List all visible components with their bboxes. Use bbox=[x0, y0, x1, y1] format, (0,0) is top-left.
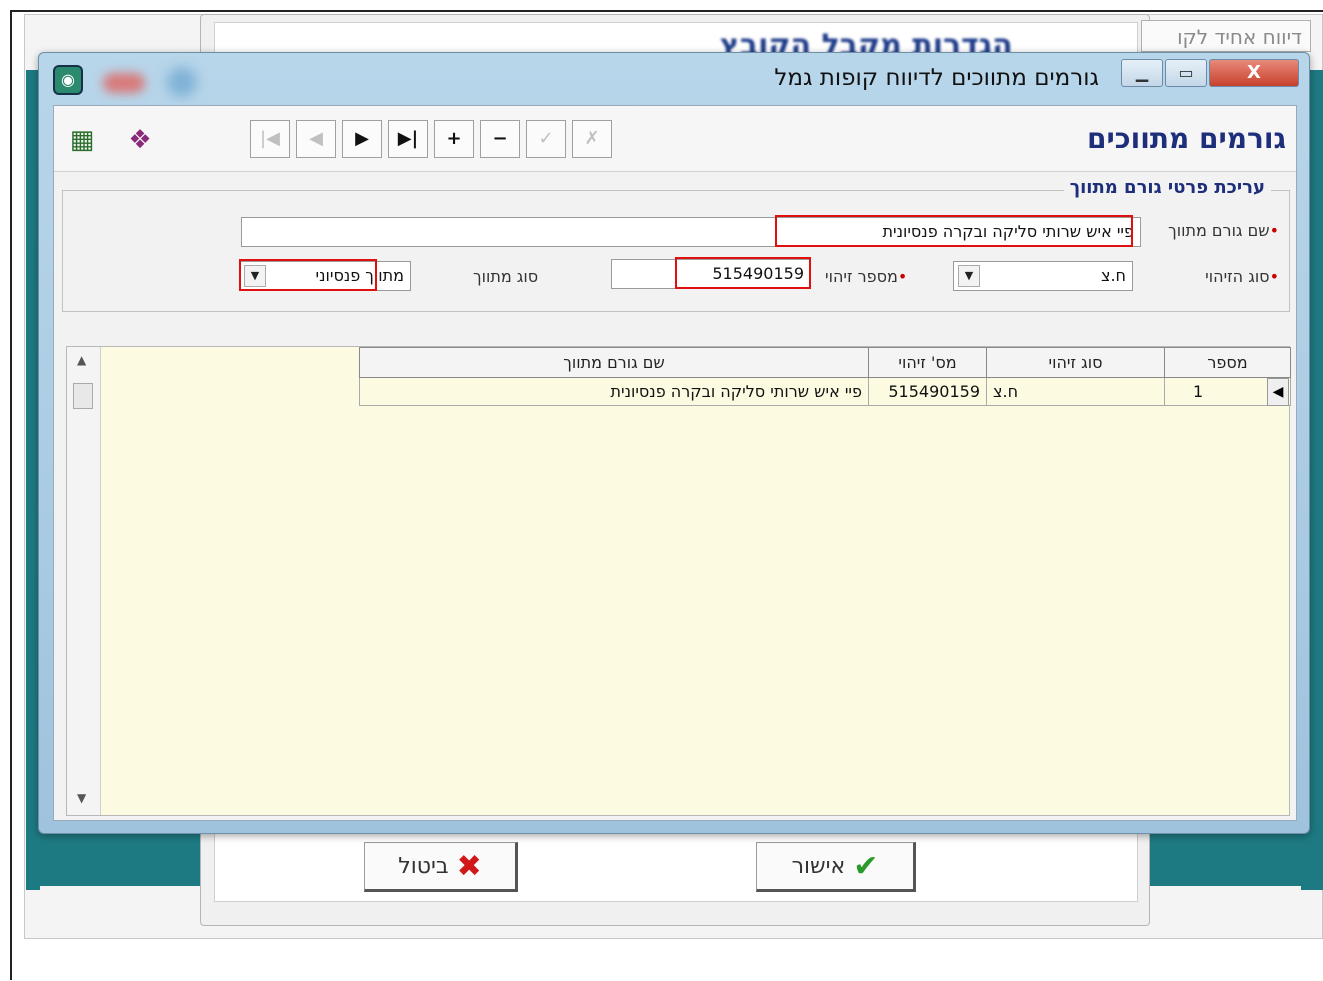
x-icon: ✖ bbox=[456, 848, 482, 884]
cell-name: פיי איש שרותי סליקה ובקרה פנסיונית bbox=[359, 377, 869, 406]
ok-button-label: אישור bbox=[791, 853, 846, 879]
export-excel-icon[interactable]: ▦ bbox=[66, 124, 98, 156]
toolbar: ▦ ❖ |◀ ◀ ▶ ▶| + − ✓ ✗ גורמים מתווכים bbox=[54, 106, 1296, 172]
close-button[interactable]: X bbox=[1209, 59, 1299, 87]
chevron-down-icon: ▼ bbox=[958, 265, 980, 287]
table-row[interactable]: 1 ח.צ 515490159 פיי איש שרותי סליקה ובקר… bbox=[359, 377, 1291, 406]
id-number-label: •מספר זיהוי bbox=[825, 267, 908, 286]
previous-record-button[interactable]: ◀ bbox=[296, 120, 336, 158]
column-header-number[interactable]: מספר bbox=[1164, 347, 1291, 378]
records-grid: ▲ ▼ מספר סוג זיהוי מס' זיהוי שם גורם מתו… bbox=[66, 346, 1291, 816]
cancel-button-label: ביטול bbox=[398, 853, 449, 879]
records-table: מספר סוג זיהוי מס' זיהוי שם גורם מתווך 1… bbox=[359, 347, 1291, 406]
edit-details-group: עריכת פרטי גורם מתווך •שם גורם מתווך פיי… bbox=[62, 177, 1290, 312]
cancel-button[interactable]: ✖ ביטול bbox=[364, 842, 518, 892]
table-header-row: מספר סוג זיהוי מס' זיהוי שם גורם מתווך bbox=[359, 347, 1291, 378]
scroll-up-icon[interactable]: ▲ bbox=[77, 353, 86, 367]
highlight-intermediary-type bbox=[239, 259, 377, 291]
column-header-id-type[interactable]: סוג זיהוי bbox=[986, 347, 1165, 378]
save-record-button[interactable]: ✓ bbox=[526, 120, 566, 158]
window-controls: ▁ ▭ X bbox=[1119, 59, 1299, 89]
navigation-buttons: |◀ ◀ ▶ ▶| + − ✓ ✗ bbox=[250, 120, 618, 158]
next-record-button[interactable]: ▶ bbox=[342, 120, 382, 158]
id-type-select[interactable]: ח.צ ▼ bbox=[953, 261, 1133, 291]
row-selector-icon[interactable]: ◀ bbox=[1267, 378, 1289, 406]
background-top-right-field: דיווח אחיד לקו bbox=[1141, 20, 1311, 52]
blurred-blue-icon bbox=[167, 67, 197, 97]
checkmark-icon: ✔ bbox=[853, 848, 879, 884]
first-record-button[interactable]: |◀ bbox=[250, 120, 290, 158]
ok-button[interactable]: ✔ אישור bbox=[756, 842, 916, 892]
intermediary-type-label: סוג מתווך bbox=[473, 267, 539, 286]
help-book-icon[interactable]: ❖ bbox=[124, 124, 156, 156]
cancel-edit-button[interactable]: ✗ bbox=[572, 120, 612, 158]
name-label: •שם גורם מתווך bbox=[1168, 221, 1279, 240]
column-header-name[interactable]: שם גורם מתווך bbox=[359, 347, 869, 378]
id-type-label: •סוג הזיהוי bbox=[1205, 267, 1279, 286]
last-record-button[interactable]: ▶| bbox=[388, 120, 428, 158]
maximize-button[interactable]: ▭ bbox=[1165, 59, 1207, 87]
blurred-red-icon bbox=[103, 73, 145, 93]
title-bar[interactable]: ◉ גורמים מתווכים לדיווח קופות גמל ▁ ▭ X bbox=[39, 53, 1309, 103]
group-title: עריכת פרטי גורם מתווך bbox=[1063, 177, 1271, 198]
delete-record-button[interactable]: − bbox=[480, 120, 520, 158]
intermediaries-window: ◉ גורמים מתווכים לדיווח קופות גמל ▁ ▭ X … bbox=[38, 52, 1310, 834]
app-icon: ◉ bbox=[53, 65, 83, 95]
column-header-id-number[interactable]: מס' זיהוי bbox=[868, 347, 987, 378]
window-client-area: ▦ ❖ |◀ ◀ ▶ ▶| + − ✓ ✗ גורמים מתווכים ערי… bbox=[53, 105, 1297, 821]
window-title: גורמים מתווכים לדיווח קופות גמל bbox=[774, 65, 1099, 91]
vertical-scrollbar[interactable]: ▲ ▼ bbox=[67, 347, 101, 815]
scroll-thumb[interactable] bbox=[73, 383, 93, 409]
add-record-button[interactable]: + bbox=[434, 120, 474, 158]
highlight-id-number bbox=[675, 257, 811, 289]
minimize-button[interactable]: ▁ bbox=[1121, 59, 1163, 87]
cell-id-number: 515490159 bbox=[868, 377, 987, 406]
highlight-name bbox=[775, 215, 1133, 247]
scroll-down-icon[interactable]: ▼ bbox=[77, 791, 86, 805]
page-title: גורמים מתווכים bbox=[1087, 122, 1286, 155]
cell-id-type: ח.צ bbox=[986, 377, 1165, 406]
